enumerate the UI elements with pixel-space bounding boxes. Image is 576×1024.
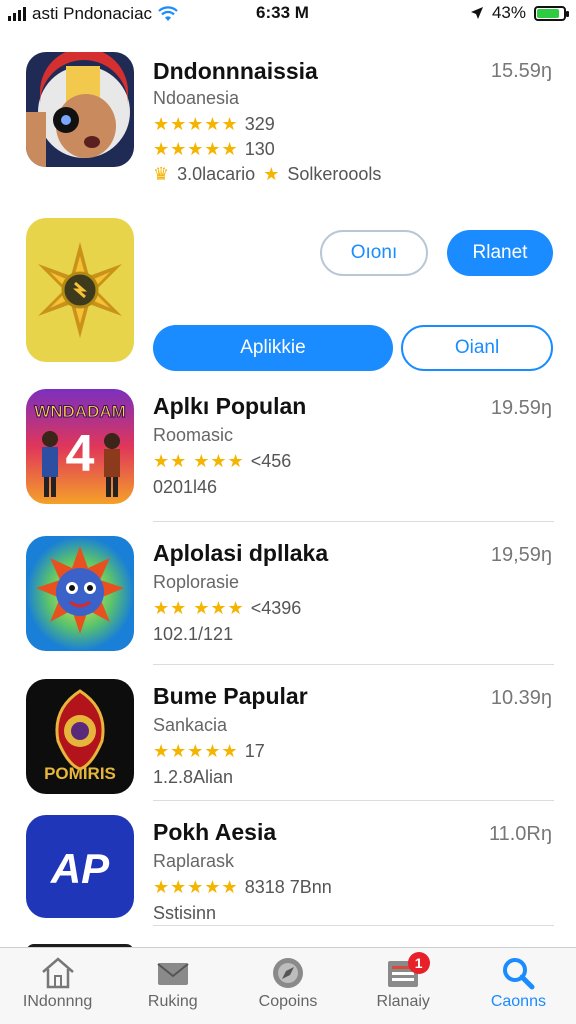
- icon-number: 4: [66, 425, 95, 483]
- tab-library[interactable]: 1 Rlanaiy: [346, 948, 461, 1024]
- list-item[interactable]: Aplolasi dpllaka Roplorasie ★★ ★★★ <4396…: [0, 522, 576, 665]
- open-button-secondary[interactable]: Oianl: [401, 325, 553, 371]
- rating-stars: ★★★★★: [153, 741, 239, 761]
- rating-stars: ★★★★★: [153, 139, 239, 159]
- rating-stars: ★★★★★: [153, 877, 239, 897]
- app-list: Dndonnnaissia Ndoanesia ★★★★★ 329 ★★★★★ …: [0, 38, 576, 926]
- rating-count: <456: [250, 451, 292, 471]
- app-subtitle: Ndoanesia: [153, 88, 240, 108]
- app-meta: 1.2.8Alian: [153, 767, 234, 787]
- location-arrow-icon: [470, 7, 483, 19]
- status-left: asti Pndonaciac: [8, 4, 178, 24]
- battery-icon: [534, 5, 569, 21]
- rating-count: 130: [244, 139, 275, 159]
- search-icon: [503, 958, 535, 990]
- tab-search[interactable]: Caonns: [461, 948, 576, 1024]
- price-button[interactable]: 11.0Rŋ: [489, 823, 552, 846]
- tab-bar: INdonnng Ruking Copoins 1 Rlanaiy Caonns: [0, 947, 576, 1024]
- signal-icon: [8, 7, 26, 21]
- rating-secondary: ★★★★★ 130: [153, 139, 275, 160]
- tab-today[interactable]: INdonnng: [0, 948, 115, 1024]
- star-icon: ★: [263, 164, 280, 184]
- app-meta: 102.1/121: [153, 624, 234, 644]
- status-bar: asti Pndonaciac 6:33 M 43%: [0, 0, 576, 30]
- rating: ★★★★★ 329: [153, 114, 275, 135]
- open-button[interactable]: Oıonı: [320, 230, 428, 276]
- meta-a: 3.0lacario: [177, 164, 256, 184]
- pomiris-icon: POMIRIS: [26, 679, 134, 794]
- carrier-name: asti Pndonaciac: [32, 4, 153, 23]
- rating: ★★★★★ 17: [153, 741, 265, 762]
- tab-label: Caonns: [490, 993, 546, 1010]
- app-meta: ♛ 3.0lacario ★ Solkeroools: [153, 164, 381, 185]
- app-meta: Sstisinn: [153, 903, 217, 923]
- app-subtitle: Roplorasie: [153, 572, 240, 592]
- icon-logo-text: POMIRIS: [44, 764, 116, 783]
- tab-label: Ruking: [147, 993, 198, 1010]
- rating-count: 329: [244, 114, 275, 134]
- rating: ★★ ★★★ <4396: [153, 598, 301, 619]
- compass-icon: [273, 958, 303, 988]
- battery-percent: 43%: [491, 3, 526, 22]
- mail-icon: [157, 963, 189, 985]
- planet-button[interactable]: Rlanet: [447, 230, 553, 276]
- tab-label: Rlanaiy: [376, 993, 430, 1010]
- rating: ★★ ★★★ <456: [153, 451, 291, 472]
- battery-fill: [537, 8, 559, 18]
- meta-b: Solkeroools: [287, 164, 382, 184]
- astronaut-icon: [26, 52, 134, 167]
- rating-count: 17: [244, 741, 265, 761]
- rating-count: 8318 7Bnn: [244, 877, 332, 897]
- price-button[interactable]: 19.59ŋ: [491, 397, 552, 420]
- apply-button[interactable]: Aplikkie: [153, 325, 393, 371]
- app-subtitle: Sankacia: [153, 715, 228, 735]
- price-button[interactable]: 19,59ŋ: [491, 544, 552, 567]
- tab-label: Copoins: [258, 993, 318, 1010]
- rating-count: <4396: [250, 598, 302, 618]
- app-title: Aplolasi dpllaka: [153, 540, 329, 566]
- status-right: 43%: [470, 3, 569, 23]
- icon-logo-text: WNDADAM: [34, 402, 126, 421]
- app-title: Aplkı Populan: [153, 393, 307, 419]
- trophy-icon: ♛: [153, 164, 170, 184]
- tab-coupons[interactable]: Copoins: [230, 948, 345, 1024]
- app-title: Dndonnnaissia: [153, 58, 318, 84]
- app-subtitle: Raplarask: [153, 851, 235, 871]
- icon-logo-text: AP: [50, 845, 110, 892]
- list-item[interactable]: POMIRIS Bume Papular Sankacia ★★★★★ 17 1…: [0, 665, 576, 801]
- list-item[interactable]: AP Pokh Aesia Raplarask ★★★★★ 8318 7Bnn …: [0, 801, 576, 926]
- price-button[interactable]: 10.39ŋ: [491, 687, 552, 710]
- rating-stars: ★★ ★★★: [153, 451, 245, 471]
- tab-label: INdonnng: [22, 993, 93, 1010]
- promo-card: Oıonı Rlanet Aplikkie Oianl: [0, 210, 576, 375]
- price-button[interactable]: 15.59ŋ: [491, 60, 552, 83]
- app-title: Bume Papular: [153, 683, 308, 709]
- app-subtitle: Roomasic: [153, 425, 234, 445]
- rating-stars: ★★ ★★★: [153, 598, 245, 618]
- tab-ranking[interactable]: Ruking: [115, 948, 230, 1024]
- rating: ★★★★★ 8318 7Bnn: [153, 877, 332, 898]
- wndadam-icon: WNDADAM 4: [26, 389, 134, 504]
- app-meta: 0201l46: [153, 477, 218, 497]
- wifi-icon: [158, 6, 178, 21]
- list-item[interactable]: Dndonnnaissia Ndoanesia ★★★★★ 329 ★★★★★ …: [0, 38, 576, 210]
- home-icon: [41, 957, 74, 989]
- ap-icon: AP: [26, 815, 134, 918]
- rating-stars: ★★★★★: [153, 114, 239, 134]
- sun-mask-icon: [26, 536, 134, 651]
- clock: 6:33 M: [256, 3, 309, 22]
- golden-star-icon: [26, 218, 134, 362]
- list-item[interactable]: WNDADAM 4 Aplkı Populan Roomasic ★★ ★★★ …: [0, 375, 576, 522]
- app-title: Pokh Aesia: [153, 819, 277, 845]
- notification-badge: 1: [407, 952, 430, 974]
